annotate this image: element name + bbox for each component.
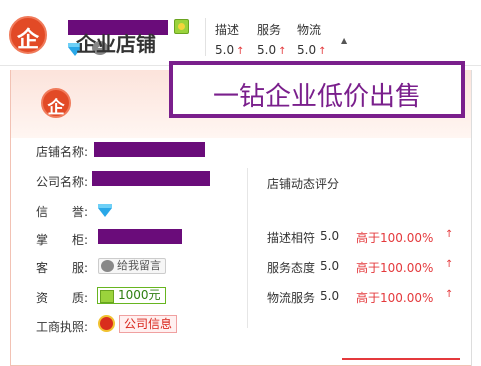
shop-header: 企 描述 5.0↑ 服务 5.0↑ 物流 5.0↑ ▲ (0, 0, 481, 66)
up-arrow-icon: ↑ (445, 259, 454, 270)
rating-score: 5.0 (320, 259, 340, 273)
up-arrow-icon: ↑ (278, 46, 287, 57)
promo-banner: 一钻企业低价出售 (169, 61, 465, 118)
license-icon (98, 315, 115, 332)
company-info-link[interactable]: 公司信息 (119, 315, 178, 333)
score-value: 5.0 (257, 43, 277, 57)
rating-compare: 高于100.00% (356, 291, 434, 305)
leave-message-button[interactable]: 给我留言 (98, 258, 166, 274)
company-row: 公司名称: (36, 173, 88, 189)
dynamic-rating-title: 店铺动态评分 (267, 177, 340, 191)
header-divider (205, 18, 206, 56)
score-label: 物流 (297, 23, 322, 37)
score-value: 5.0 (215, 43, 235, 57)
rating-row-description: 描述相符 5.0 高于100.00% ↑ (267, 229, 453, 246)
card-right-border (471, 70, 472, 366)
up-arrow-icon: ↑ (318, 46, 327, 57)
service-row: 客 服: (36, 259, 88, 275)
shop-name-row: 店铺名称: (36, 143, 88, 159)
rating-compare: 高于100.00% (356, 261, 434, 275)
score-description: 描述 5.0 ↑ (215, 21, 255, 57)
qualification-badge[interactable]: 1000元 (97, 287, 166, 304)
redacted-owner-value[interactable] (98, 229, 182, 244)
credit-label: 信 誉: (36, 205, 89, 219)
score-service: 服务 5.0 ↑ (257, 21, 297, 57)
up-arrow-icon: ↑ (445, 289, 454, 300)
service-label: 客 服: (36, 261, 89, 275)
license-row: 工商执照: (36, 318, 88, 334)
redacted-shop-name-value (94, 142, 205, 157)
rating-row-logistics: 物流服务 5.0 高于100.00% ↑ (267, 289, 453, 306)
shop-logo-icon[interactable]: 企 (9, 16, 47, 54)
rating-label: 描述相符 (267, 231, 316, 245)
seller-badge-icon[interactable] (174, 19, 189, 34)
card-title: 企业店铺 (76, 32, 156, 56)
qualification-row: 资 质: (36, 289, 88, 305)
caret-up-icon[interactable]: ▲ (341, 36, 347, 45)
rating-label: 物流服务 (267, 291, 316, 305)
score-label: 描述 (215, 23, 240, 37)
column-divider (247, 168, 248, 328)
score-logistics: 物流 5.0 ↑ (297, 21, 337, 57)
rating-label: 服务态度 (267, 261, 316, 275)
redacted-company-value (92, 171, 210, 186)
rating-score: 5.0 (320, 289, 340, 303)
score-label: 服务 (257, 23, 282, 37)
license-label: 工商执照: (36, 320, 89, 334)
owner-label: 掌 柜: (36, 233, 89, 247)
owner-row: 掌 柜: (36, 231, 88, 247)
shop-name-label: 店铺名称: (36, 145, 89, 159)
up-arrow-icon: ↑ (445, 229, 454, 240)
bottom-button-edge[interactable] (342, 358, 460, 366)
credit-row: 信 誉: (36, 203, 88, 219)
up-arrow-icon: ↑ (236, 46, 245, 57)
score-value: 5.0 (297, 43, 317, 57)
shop-logo-char: 企 (16, 27, 39, 53)
diamond-icon[interactable] (98, 204, 112, 217)
enterprise-logo-icon: 企 (41, 88, 71, 118)
rating-row-service: 服务态度 5.0 高于100.00% ↑ (267, 259, 453, 276)
promo-text: 一钻企业低价出售 (212, 82, 421, 112)
rating-score: 5.0 (320, 229, 340, 243)
enterprise-logo-char: 企 (47, 98, 65, 118)
rating-compare: 高于100.00% (356, 231, 434, 245)
qualification-label: 资 质: (36, 291, 89, 305)
company-label: 公司名称: (36, 175, 89, 189)
